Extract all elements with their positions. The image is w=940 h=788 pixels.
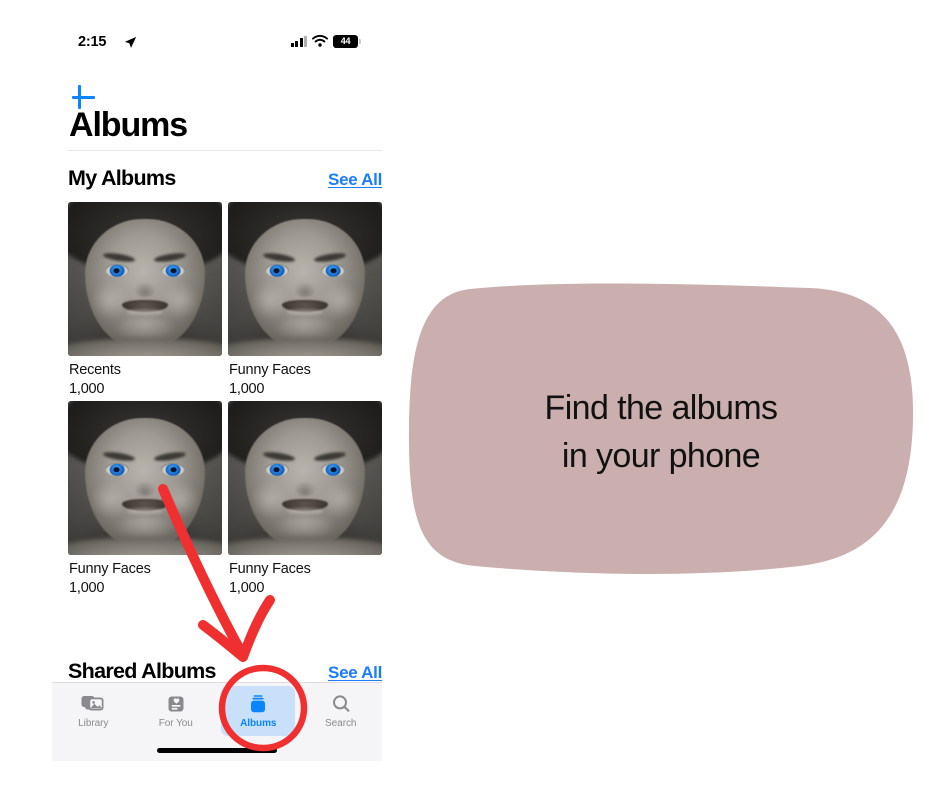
album-item[interactable]: Recents 1,000	[68, 202, 222, 397]
section-header-my-albums: My Albums See All	[68, 166, 382, 191]
album-item[interactable]: Funny Faces 1,000	[228, 401, 382, 596]
cellular-signal-icon	[290, 35, 307, 47]
album-row: Recents 1,000 Funny Faces 1,000	[68, 202, 382, 397]
baby-funny-face-photo	[68, 401, 222, 555]
location-arrow-icon	[124, 36, 137, 48]
album-grid: Recents 1,000 Funny Faces 1,000 Funny Fa…	[68, 202, 382, 600]
tab-label: Library	[78, 718, 109, 729]
album-thumbnail[interactable]	[228, 401, 382, 555]
section-title: Shared Albums	[68, 659, 217, 683]
photo-stack-icon	[80, 693, 106, 715]
see-all-shared-albums[interactable]: See All	[328, 663, 382, 683]
album-row: Funny Faces 1,000 Funny Faces 1,000	[68, 401, 382, 596]
tab-label: Search	[325, 718, 357, 729]
tab-label: For You	[158, 718, 193, 729]
album-name: Funny Faces	[229, 362, 311, 378]
album-name: Funny Faces	[229, 561, 311, 577]
album-name: Funny Faces	[69, 561, 151, 577]
home-indicator	[157, 748, 277, 753]
album-thumbnail[interactable]	[228, 202, 382, 356]
tab-bar: Library For You Albums Search	[52, 682, 382, 761]
status-bar: 2:15 44	[52, 26, 382, 60]
album-thumbnail[interactable]	[68, 401, 222, 555]
baby-funny-face-photo	[228, 202, 382, 356]
tab-albums[interactable]: Albums	[217, 683, 300, 739]
plus-icon	[72, 95, 95, 100]
album-name: Recents	[69, 362, 121, 378]
page-title: Albums	[69, 106, 188, 144]
title-divider	[67, 150, 382, 151]
callout-line-2: in your phone	[561, 436, 761, 475]
tab-search[interactable]: Search	[300, 683, 383, 739]
tab-label: Albums	[240, 718, 277, 729]
callout-text: Find the albums in your phone	[406, 287, 916, 576]
callout-line-1: Find the albums	[544, 388, 779, 427]
album-item[interactable]: Funny Faces 1,000	[228, 202, 382, 397]
battery-percent: 44	[340, 35, 351, 46]
album-item[interactable]: Funny Faces 1,000	[68, 401, 222, 596]
section-header-shared-albums: Shared Albums See All	[68, 659, 382, 684]
baby-funny-face-photo	[228, 401, 382, 555]
status-time: 2:15	[78, 34, 107, 50]
wifi-icon	[312, 35, 328, 47]
album-count: 1,000	[69, 580, 105, 596]
battery-icon: 44	[333, 35, 362, 48]
tab-library[interactable]: Library	[52, 683, 135, 739]
tab-for-you[interactable]: For You	[135, 683, 218, 739]
album-count: 1,000	[229, 580, 265, 596]
phone-screenshot: 2:15 44 Albums My Albums See All Recents…	[52, 26, 382, 761]
for-you-card-icon	[163, 693, 189, 715]
album-count: 1,000	[229, 381, 265, 397]
status-indicators: 44	[290, 35, 362, 48]
albums-stack-icon	[245, 693, 271, 715]
section-title: My Albums	[68, 166, 176, 190]
baby-funny-face-photo	[68, 202, 222, 356]
album-count: 1,000	[69, 381, 105, 397]
magnifier-icon	[328, 693, 354, 715]
see-all-my-albums[interactable]: See All	[328, 170, 382, 190]
album-thumbnail[interactable]	[68, 202, 222, 356]
